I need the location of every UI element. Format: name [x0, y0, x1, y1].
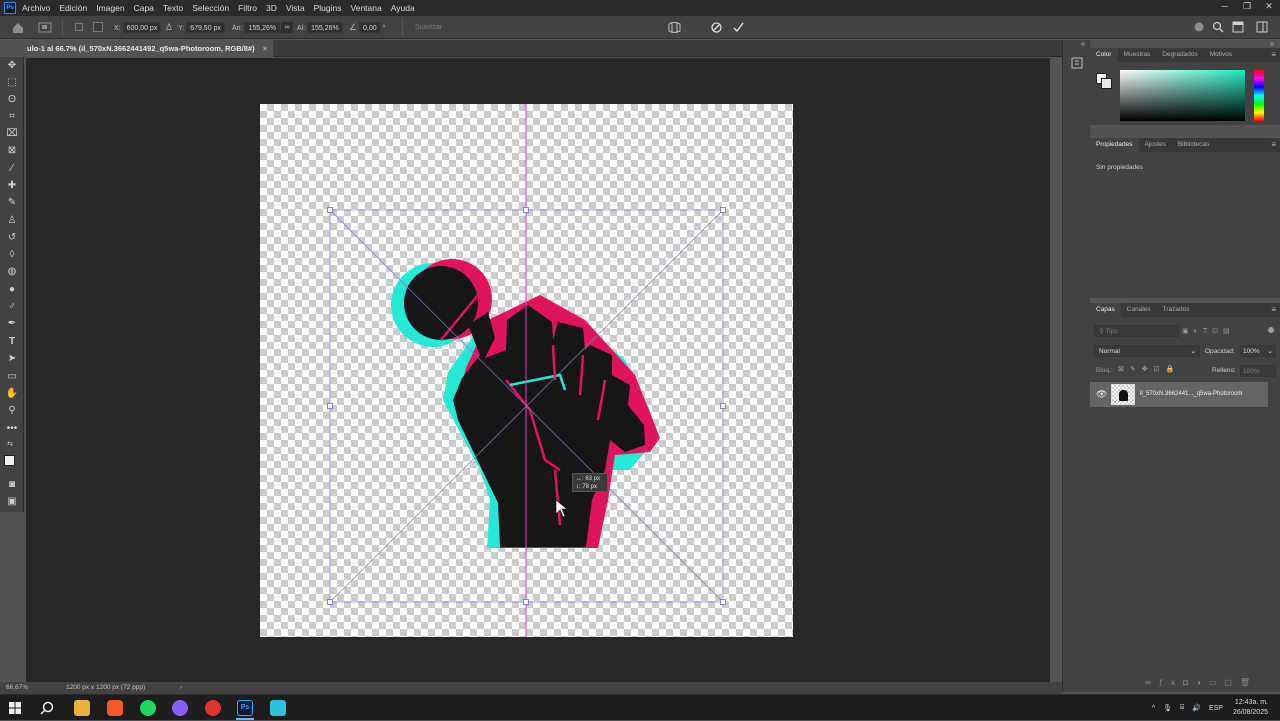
- clock[interactable]: 12:43a. m. 26/08/2025: [1233, 698, 1268, 718]
- color-panel-menu-icon[interactable]: ≡: [1271, 50, 1276, 59]
- opacity-label: Opacidad:: [1205, 348, 1235, 355]
- tooltip-height: ↕: 78 px: [576, 484, 598, 490]
- properties-empty-text: Sin propiedades: [1096, 164, 1143, 171]
- eye-icon[interactable]: 👁: [1096, 389, 1107, 400]
- windows-start-icon[interactable]: [9, 702, 21, 714]
- layers-panel-tabs: Capas Canales Trazados: [1090, 303, 1280, 317]
- layer-row[interactable]: 👁 il_570xN.3662441..._q5wa-Photoroom: [1090, 382, 1268, 407]
- expand-icon[interactable]: »: [1270, 39, 1274, 48]
- tray-chevron-icon[interactable]: ^: [1152, 705, 1155, 712]
- tab-trazados[interactable]: Trazados: [1157, 303, 1196, 317]
- layers-panel: Capas Canales Trazados ≡ ⚲ Tipo ▣◐T⊡▤ No…: [1090, 303, 1280, 692]
- transform-tooltip: ↔: 63 px ↕: 78 px: [572, 473, 608, 492]
- color-panel-tabs: Color Muestras Degradados Motivos: [1090, 48, 1280, 62]
- properties-panel-tabs: Propiedades Ajustes Bibliotecas: [1090, 138, 1280, 152]
- tab-bibliotecas[interactable]: Bibliotecas: [1172, 138, 1215, 152]
- properties-panel-menu-icon[interactable]: ≡: [1271, 140, 1276, 149]
- fill-value: 100%: [1243, 368, 1260, 375]
- color-field[interactable]: [1120, 70, 1245, 121]
- tab-degradados[interactable]: Degradados: [1156, 48, 1203, 62]
- hue-slider[interactable]: [1254, 70, 1264, 121]
- document-size: 1200 px x 1200 px (72 ppp): [66, 684, 146, 691]
- volume-icon[interactable]: 🔊: [1192, 704, 1201, 712]
- lock-label: Bloq.:: [1096, 367, 1113, 374]
- chrome-icon[interactable]: [205, 700, 221, 716]
- opacity-value: 100%: [1243, 348, 1260, 355]
- photoshop-taskbar-icon[interactable]: Ps: [237, 700, 253, 716]
- tab-capas[interactable]: Capas: [1090, 303, 1121, 317]
- collapse-icon[interactable]: «: [1081, 39, 1085, 48]
- fill-label: Relleno:: [1212, 367, 1236, 374]
- system-tray: ^ 🎙 ⌸ 🔊 ESP 12:43a. m. 26/08/2025: [1152, 695, 1274, 721]
- opacity-input[interactable]: 100% ⌄: [1240, 345, 1276, 357]
- fill-input[interactable]: 100%: [1240, 365, 1276, 377]
- fist-black-shape: [404, 266, 645, 547]
- blend-mode-select[interactable]: Normal ⌄: [1094, 345, 1200, 357]
- filter-placeholder: Tipo: [1105, 328, 1118, 335]
- microphone-icon[interactable]: 🎙: [1163, 704, 1172, 712]
- clock-time: 12:43a. m.: [1234, 699, 1268, 706]
- app-icon[interactable]: [172, 700, 188, 716]
- windows-taskbar: Ps ^ 🎙 ⌸ 🔊 ESP 12:43a. m. 26/08/2025: [0, 694, 1280, 720]
- history-panel-icon[interactable]: [1071, 57, 1083, 69]
- search-taskbar-icon[interactable]: [40, 701, 54, 715]
- layer-thumbnail: [1111, 384, 1135, 405]
- color-bg-swatch[interactable]: [1101, 78, 1112, 89]
- brave-browser-icon[interactable]: [107, 700, 123, 716]
- layer-name[interactable]: il_570xN.3662441..._q5wa-Photoroom: [1140, 391, 1242, 397]
- lock-icons[interactable]: ⊠✎✥⊡🔒: [1118, 365, 1180, 373]
- tab-ajustes[interactable]: Ajustes: [1139, 138, 1172, 152]
- clock-date: 26/08/2025: [1232, 709, 1268, 716]
- blend-mode-value: Normal: [1099, 348, 1120, 355]
- file-explorer-icon[interactable]: [74, 700, 90, 716]
- properties-panel: Propiedades Ajustes Bibliotecas ≡ Sin pr…: [1090, 138, 1280, 298]
- panel-dock-strip: «: [1062, 39, 1090, 692]
- layers-panel-menu-icon[interactable]: ≡: [1271, 305, 1276, 314]
- chevron-down-icon: ⌄: [1190, 348, 1196, 355]
- status-arrow[interactable]: ›: [180, 682, 182, 694]
- layer-filter-icons[interactable]: ▣◐T⊡▤: [1182, 327, 1235, 335]
- tab-motivos[interactable]: Motivos: [1204, 48, 1238, 62]
- tooltip-width: ↔: 63 px: [576, 476, 601, 482]
- layer-filter-input[interactable]: ⚲ Tipo: [1094, 325, 1179, 337]
- language-indicator[interactable]: ESP: [1209, 705, 1223, 712]
- chevron-down-icon: ⌄: [1267, 348, 1273, 355]
- thumbnail-fist-icon: [1119, 390, 1128, 401]
- tab-propiedades[interactable]: Propiedades: [1090, 138, 1139, 152]
- spotify-icon[interactable]: [140, 700, 156, 716]
- zoom-level[interactable]: 66,67%: [6, 682, 28, 694]
- tab-canales[interactable]: Canales: [1121, 303, 1157, 317]
- tab-muestras[interactable]: Muestras: [1118, 48, 1157, 62]
- tab-color[interactable]: Color: [1090, 48, 1118, 62]
- notes-app-icon[interactable]: [270, 700, 286, 716]
- layer-actions[interactable]: ∞ƒx◘◑▭▢🗑: [1145, 678, 1258, 687]
- color-panel: Color Muestras Degradados Motivos ≡: [1090, 48, 1280, 125]
- right-panels: » Color Muestras Degradados Motivos ≡ Pr…: [1090, 39, 1280, 692]
- status-bar: 66,67% 1200 px x 1200 px (72 ppp) ›: [0, 682, 1062, 694]
- network-icon[interactable]: ⌸: [1180, 704, 1184, 712]
- filter-toggle-icon[interactable]: [1268, 327, 1274, 333]
